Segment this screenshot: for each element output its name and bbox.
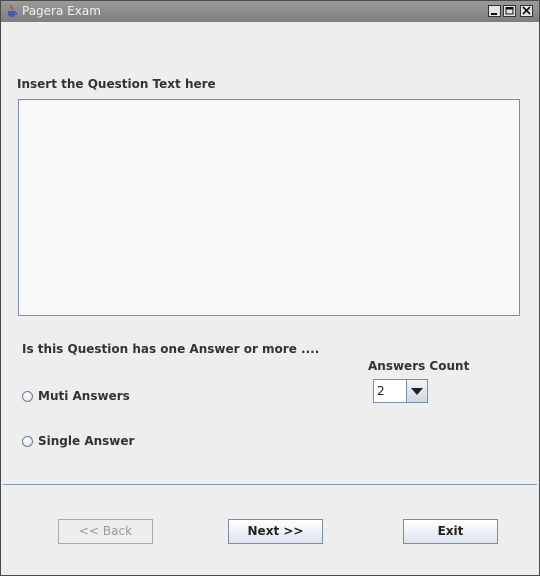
main-window: Pagera Exam Insert the Question Text her… [0, 0, 540, 576]
java-cup-icon [5, 4, 19, 18]
single-answer-label: Single Answer [38, 434, 135, 448]
maximize-icon[interactable] [503, 5, 516, 17]
close-icon[interactable] [520, 5, 533, 17]
radio-button[interactable] [22, 390, 33, 402]
title-bar[interactable]: Pagera Exam [1, 1, 539, 22]
multi-answers-label: Muti Answers [38, 389, 130, 403]
answers-count-label: Answers Count [368, 359, 470, 373]
answer-type-label: Is this Question has one Answer or more … [22, 342, 320, 356]
answers-count-select[interactable]: 2 [373, 379, 428, 403]
minimize-icon[interactable] [488, 5, 501, 17]
next-button[interactable]: Next >> [228, 519, 323, 544]
exit-button[interactable]: Exit [403, 519, 498, 544]
answers-count-value: 2 [377, 384, 385, 398]
window-title: Pagera Exam [22, 4, 101, 18]
dropdown-arrow-icon[interactable] [406, 380, 427, 402]
divider [3, 484, 537, 485]
single-answer-radio[interactable]: Single Answer [22, 433, 134, 449]
question-text-area[interactable] [18, 99, 520, 316]
radio-button[interactable] [22, 435, 33, 447]
question-label: Insert the Question Text here [17, 77, 216, 91]
back-button[interactable]: << Back [58, 519, 153, 544]
multi-answers-radio[interactable]: Muti Answers [22, 388, 130, 404]
